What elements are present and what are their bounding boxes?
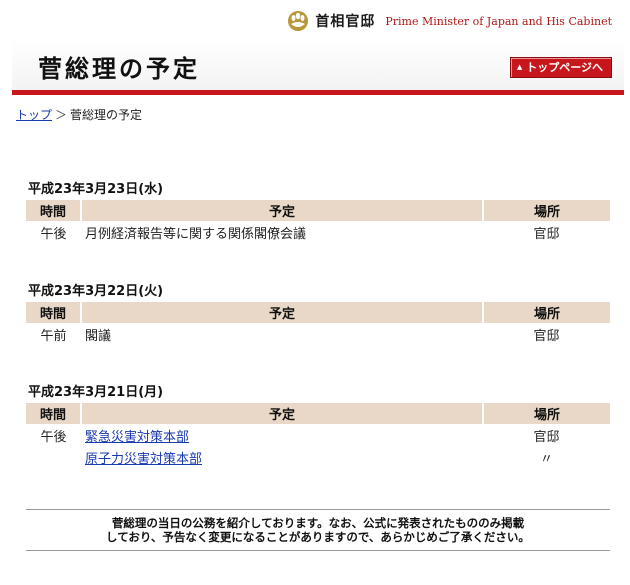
schedule-day: 平成23年3月21日(月) 時間 予定 場所 午後 緊急災害対策本部 官邸 原子… [26,381,610,468]
top-bar: 首相官邸 Prime Minister of Japan and His Cab… [0,0,630,38]
title-banner: 菅総理の予定 ▲ トップページへ [12,40,624,95]
row-event: 月例経済報告等に関する関係閣僚会議 [85,226,307,242]
row-event: 閣議 [85,328,112,344]
event-link-emergency-disaster-hq[interactable]: 緊急災害対策本部 [85,430,189,445]
brand[interactable]: 首相官邸 Prime Minister of Japan and His Cab… [287,10,612,32]
breadcrumb-current: 菅総理の予定 [70,108,143,122]
table-header-row: 時間 予定 場所 [26,302,610,323]
header-event: 予定 [81,302,484,323]
breadcrumb: トップ＞菅総理の予定 [16,106,142,123]
arrow-up-icon: ▲ [516,63,523,71]
header-place: 場所 [483,302,610,323]
top-page-button[interactable]: ▲ トップページへ [509,57,612,78]
header-event: 予定 [81,200,484,221]
table-row: 午後 緊急災害対策本部 官邸 [26,424,610,446]
schedule-table: 時間 予定 場所 午後 月例経済報告等に関する関係閣僚会議 官邸 [26,200,610,243]
table-header-row: 時間 予定 場所 [26,403,610,424]
day-date: 平成23年3月23日(水) [28,182,164,197]
brand-name-jp: 首相官邸 [315,14,376,30]
disclaimer-note: 菅総理の当日の公務を紹介しております。なお、公式に発表されたもののみ掲載 してお… [26,509,610,551]
row-time: 午後 [40,429,67,445]
header-event: 予定 [81,403,484,424]
top-page-button-label: トップページへ [526,61,603,74]
table-row: 原子力災害対策本部 〃 [26,446,610,468]
schedule-table: 時間 予定 場所 午後 緊急災害対策本部 官邸 原子力災害対策本部 〃 [26,403,610,468]
row-place: 官邸 [533,328,560,344]
row-time: 午前 [40,328,67,344]
disclaimer-line: 菅総理の当日の公務を紹介しております。なお、公式に発表されたもののみ掲載 [111,516,525,530]
table-row: 午前 閣議 官邸 [26,323,610,345]
table-row: 午後 月例経済報告等に関する関係閣僚会議 官邸 [26,221,610,243]
header-time: 時間 [26,200,82,221]
disclaimer-line: しており、予告なく変更になることがありますので、あらかじめご了承ください。 [106,530,530,544]
page-title: 菅総理の予定 [38,54,200,83]
row-time [26,446,81,468]
brand-name-en: Prime Minister of Japan and His Cabinet [385,14,612,28]
row-event: 緊急災害対策本部 [81,424,483,446]
schedule-table: 時間 予定 場所 午前 閣議 官邸 [26,302,610,345]
table-header-row: 時間 予定 場所 [26,200,610,221]
breadcrumb-home-link[interactable]: トップ [16,108,52,122]
schedule-day: 平成23年3月23日(水) 時間 予定 場所 午後 月例経済報告等に関する関係閣… [26,178,610,243]
schedule-day: 平成23年3月22日(火) 時間 予定 場所 午前 閣議 官邸 [26,280,610,345]
day-date: 平成23年3月21日(月) [28,385,164,400]
row-place: 官邸 [533,226,560,242]
kiri-crest-icon [288,11,309,31]
row-time: 午後 [40,226,67,242]
event-link-nuclear-disaster-hq[interactable]: 原子力災害対策本部 [85,452,202,467]
row-place: 〃 [539,451,553,467]
row-place: 官邸 [533,429,560,445]
header-place: 場所 [483,200,610,221]
row-event: 原子力災害対策本部 [81,446,483,468]
header-place: 場所 [483,403,610,424]
breadcrumb-separator: ＞ [55,108,68,122]
header-time: 時間 [26,302,82,323]
header-time: 時間 [26,403,82,424]
day-date: 平成23年3月22日(火) [28,284,164,299]
